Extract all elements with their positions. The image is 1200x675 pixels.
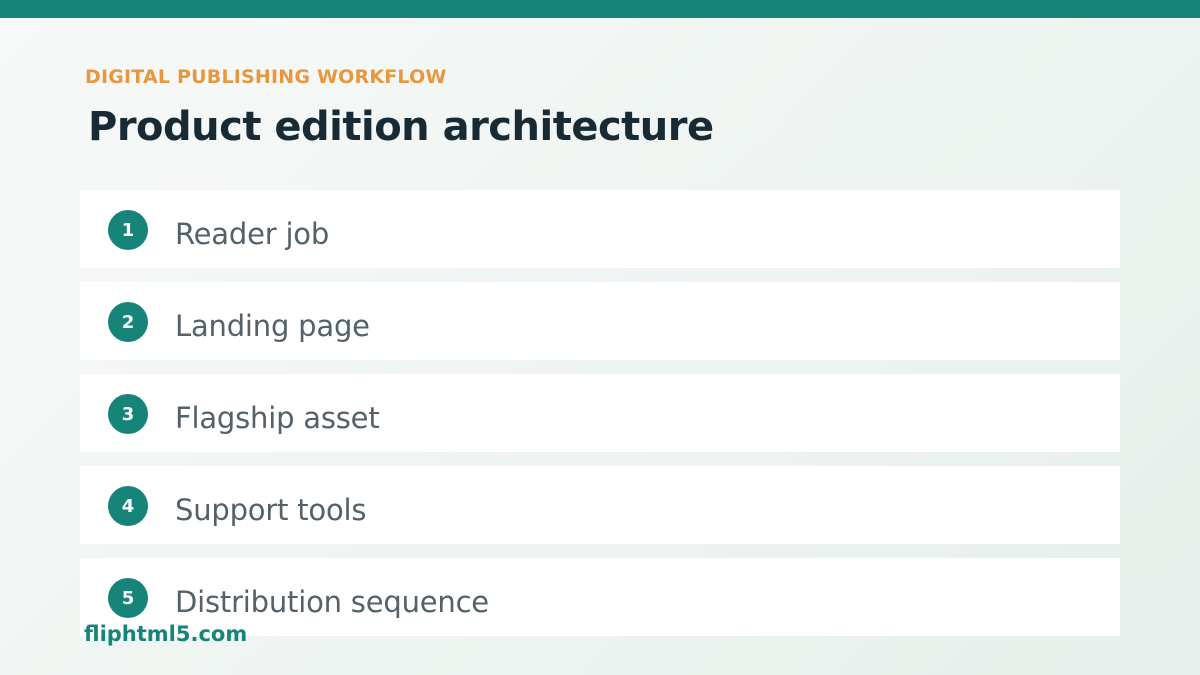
eyebrow-label: DIGITAL PUBLISHING WORKFLOW: [85, 66, 447, 88]
step-label: Distribution sequence: [175, 585, 489, 619]
step-number-badge: 3: [108, 394, 148, 434]
page-title: Product edition architecture: [88, 104, 714, 150]
step-label: Landing page: [175, 309, 370, 343]
top-accent-bar: [0, 0, 1200, 18]
step-label: Support tools: [175, 493, 367, 527]
step-number-badge: 5: [108, 578, 148, 618]
step-label: Reader job: [175, 217, 330, 251]
step-number-badge: 4: [108, 486, 148, 526]
step-number-badge: 1: [108, 210, 148, 250]
step-item: 1 Reader job: [80, 190, 1120, 268]
step-label: Flagship asset: [175, 401, 380, 435]
step-item: 2 Landing page: [80, 282, 1120, 360]
step-item: 4 Support tools: [80, 466, 1120, 544]
step-list: 1 Reader job 2 Landing page 3 Flagship a…: [80, 190, 1120, 650]
step-number-badge: 2: [108, 302, 148, 342]
step-item: 3 Flagship asset: [80, 374, 1120, 452]
watermark-logo-text[interactable]: fliphtml5.com: [84, 622, 247, 646]
